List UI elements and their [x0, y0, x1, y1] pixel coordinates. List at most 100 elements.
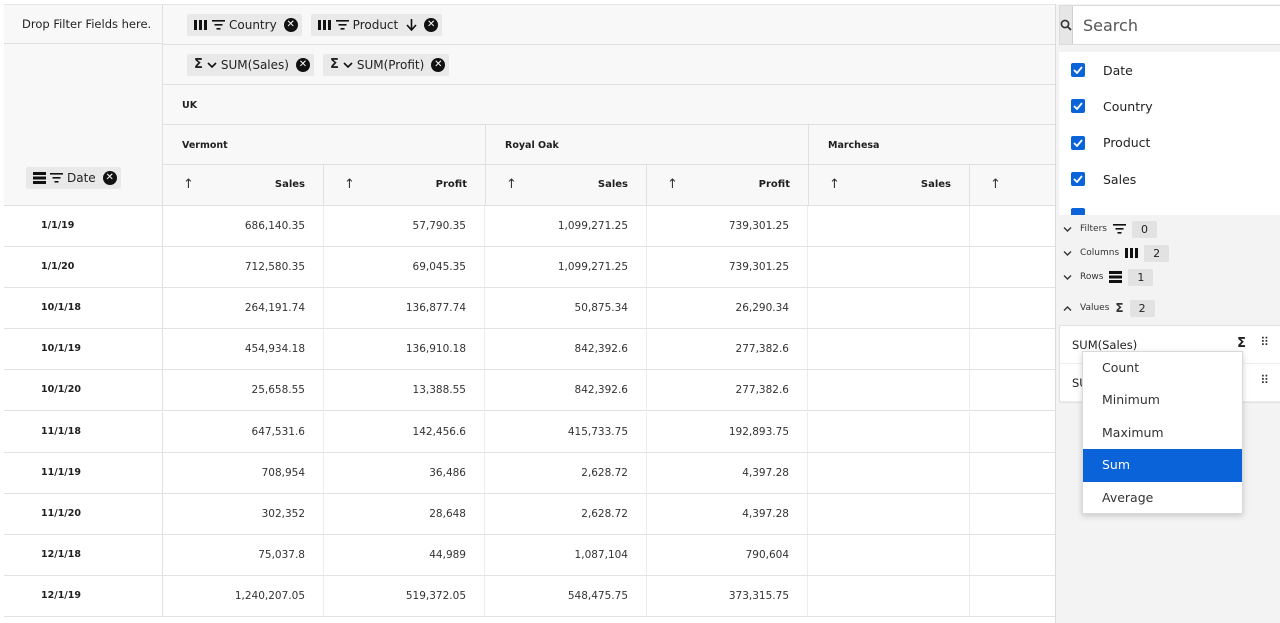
sort-arrow-up-icon[interactable]: ↑	[344, 177, 355, 192]
field-item-date[interactable]: Date	[1059, 52, 1280, 88]
table-cell[interactable]: 75,037.8	[163, 534, 324, 575]
table-cell[interactable]: 1,240,207.05	[163, 575, 324, 616]
table-cell[interactable]	[970, 576, 1055, 616]
table-cell[interactable]: 2,628.72	[485, 452, 647, 493]
table-cell[interactable]: 28,648	[324, 493, 485, 534]
chevron-down-icon[interactable]	[1063, 226, 1072, 233]
row-header-date[interactable]: 1/1/20	[4, 247, 163, 288]
column-header[interactable]: ↑ Sales	[486, 165, 647, 206]
table-cell[interactable]: 842,392.6	[485, 370, 647, 411]
country-header[interactable]: UK	[163, 85, 1055, 125]
table-cell[interactable]	[970, 412, 1055, 452]
remove-chip-icon[interactable]: ✕	[295, 57, 310, 72]
sort-arrow-up-icon[interactable]: ↑	[829, 177, 840, 192]
value-chip-sum-profit[interactable]: Σ SUM(Profit) ✕	[322, 53, 450, 76]
remove-chip-icon[interactable]: ✕	[283, 17, 298, 32]
table-cell[interactable]: 142,456.6	[324, 411, 485, 452]
table-cell[interactable]	[808, 247, 970, 288]
table-cell[interactable]: 44,989	[324, 534, 485, 575]
filter-drop-area[interactable]: Drop Filter Fields here.	[4, 5, 163, 44]
table-cell[interactable]: 50,875.34	[485, 288, 647, 329]
table-cell[interactable]	[970, 288, 1055, 328]
checkbox-checked-icon[interactable]	[1071, 63, 1085, 78]
sort-arrow-up-icon[interactable]: ↑	[183, 177, 194, 192]
table-cell[interactable]: 712,580.35	[163, 247, 324, 288]
remove-chip-icon[interactable]: ✕	[424, 17, 439, 32]
table-row[interactable]: 11/1/19 708,954 36,486 2,628.72 4,397.28	[4, 452, 1055, 494]
checkbox-checked-icon[interactable]	[1071, 99, 1085, 114]
table-cell[interactable]: 708,954	[163, 452, 324, 493]
filter-icon[interactable]	[50, 173, 63, 183]
table-row[interactable]: 1/1/20 712,580.35 69,045.35 1,099,271.25 739…	[4, 247, 1055, 289]
menu-item-sum[interactable]: Sum	[1083, 449, 1242, 482]
table-cell[interactable]	[808, 370, 970, 411]
remove-chip-icon[interactable]: ✕	[431, 57, 446, 72]
chevron-up-icon[interactable]	[1063, 305, 1072, 312]
menu-item-average[interactable]: Average	[1083, 482, 1242, 514]
row-chip-date[interactable]: Date ✕	[26, 167, 121, 189]
table-row[interactable]: 10/1/20 25,658.55 13,388.55 842,392.6 277,38…	[4, 370, 1055, 412]
table-cell[interactable]	[808, 534, 970, 575]
table-cell[interactable]	[970, 370, 1055, 410]
table-cell[interactable]: 1,087,104	[485, 534, 647, 575]
table-cell[interactable]: 647,531.6	[163, 411, 324, 452]
sort-arrow-up-icon[interactable]: ↑	[506, 177, 517, 192]
table-cell[interactable]: 2,628.72	[485, 493, 647, 534]
table-row[interactable]: 12/1/19 1,240,207.05 519,372.05 548,475.75 3…	[4, 575, 1055, 617]
table-row[interactable]: 11/1/18 647,531.6 142,456.6 415,733.75 192,8…	[4, 411, 1055, 453]
row-header-date[interactable]: 12/1/18	[4, 534, 163, 575]
product-header-royal-oak[interactable]: Royal Oak	[486, 125, 809, 165]
table-cell[interactable]: 454,934.18	[163, 329, 324, 370]
table-cell[interactable]: 264,191.74	[163, 288, 324, 329]
table-cell[interactable]: 739,301.25	[647, 247, 808, 288]
remove-chip-icon[interactable]: ✕	[102, 171, 117, 185]
arrow-down-icon[interactable]	[406, 18, 417, 31]
table-cell[interactable]: 686,140.35	[163, 206, 324, 246]
table-cell[interactable]: 36,486	[324, 452, 485, 493]
table-cell[interactable]: 1,099,271.25	[485, 206, 647, 246]
section-filters[interactable]: Filters 0	[1059, 217, 1280, 241]
table-cell[interactable]	[808, 452, 970, 493]
filter-icon[interactable]	[212, 19, 225, 30]
chevron-down-icon[interactable]	[343, 61, 353, 69]
product-header-marchesa[interactable]: Marchesa	[809, 125, 1055, 165]
table-cell[interactable]: 277,382.6	[647, 370, 808, 411]
chevron-down-icon[interactable]	[207, 61, 217, 69]
table-cell[interactable]	[808, 288, 970, 329]
table-cell[interactable]	[808, 411, 970, 452]
table-cell[interactable]: 519,372.05	[324, 575, 485, 616]
column-header[interactable]: ↑ Sales	[809, 165, 970, 206]
row-header-date[interactable]: 12/1/19	[4, 575, 163, 616]
sigma-icon[interactable]: Σ	[1237, 336, 1246, 351]
table-cell[interactable]	[808, 575, 970, 616]
table-cell[interactable]: 136,877.74	[324, 288, 485, 329]
sort-arrow-up-icon[interactable]: ↑	[667, 177, 678, 192]
table-cell[interactable]	[970, 535, 1055, 575]
table-cell[interactable]	[970, 494, 1055, 534]
table-row[interactable]: 10/1/19 454,934.18 136,910.18 842,392.6 277,…	[4, 329, 1055, 371]
table-cell[interactable]	[970, 329, 1055, 369]
table-cell[interactable]: 136,910.18	[324, 329, 485, 370]
row-header-date[interactable]: 11/1/20	[4, 493, 163, 534]
table-row[interactable]: 12/1/18 75,037.8 44,989 1,087,104 790,604	[4, 534, 1055, 576]
table-cell[interactable]	[808, 329, 970, 370]
table-cell[interactable]	[808, 206, 970, 246]
table-cell[interactable]: 13,388.55	[324, 370, 485, 411]
table-cell[interactable]	[970, 453, 1055, 493]
section-columns[interactable]: Columns 2	[1059, 241, 1280, 265]
value-chip-sum-sales[interactable]: Σ SUM(Sales) ✕	[187, 53, 314, 76]
menu-item-maximum[interactable]: Maximum	[1083, 417, 1242, 449]
table-cell[interactable]: 1,099,271.25	[485, 247, 647, 288]
table-cell[interactable]: 277,382.6	[647, 329, 808, 370]
sort-arrow-up-icon[interactable]: ↑	[990, 177, 1001, 192]
table-cell[interactable]: 26,290.34	[647, 288, 808, 329]
column-header[interactable]: ↑ Sales	[163, 165, 324, 206]
column-chip-country[interactable]: Country ✕	[187, 13, 302, 36]
table-cell[interactable]: 4,397.28	[647, 493, 808, 534]
row-header-date[interactable]: 10/1/18	[4, 288, 163, 329]
row-header-date[interactable]: 11/1/19	[4, 452, 163, 493]
table-cell[interactable]: 192,893.75	[647, 411, 808, 452]
row-header-date[interactable]: 10/1/19	[4, 329, 163, 370]
row-header-date[interactable]: 11/1/18	[4, 411, 163, 452]
table-row[interactable]: 11/1/20 302,352 28,648 2,628.72 4,397.28	[4, 493, 1055, 535]
